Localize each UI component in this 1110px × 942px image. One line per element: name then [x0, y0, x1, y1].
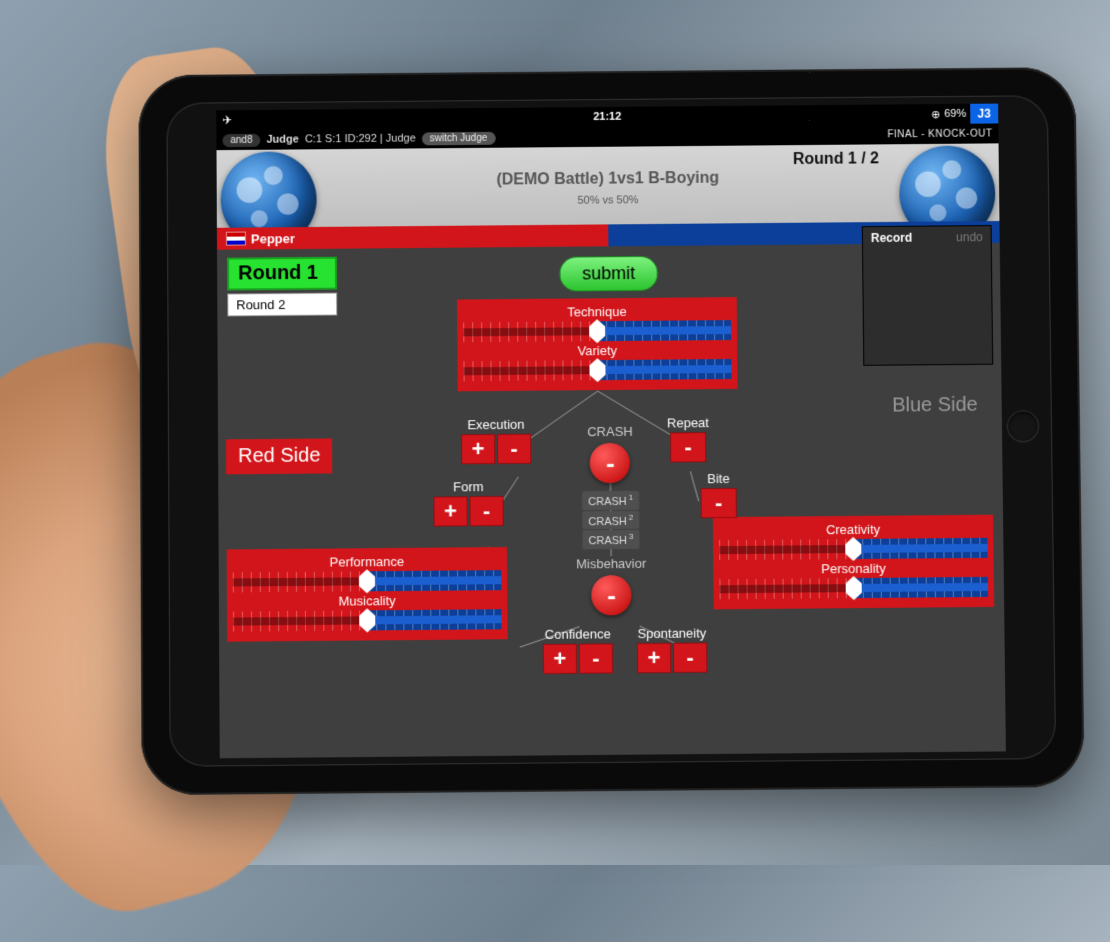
role-label: Judge [267, 134, 299, 146]
context-label: C:1 S:1 ID:292 | Judge [305, 133, 416, 146]
competitor-red-name: Pepper [251, 231, 295, 246]
criteria-technique: Technique [463, 303, 731, 320]
spontaneity-minus[interactable]: - [673, 643, 707, 673]
stage-label: FINAL - KNOCK-OUT [887, 128, 992, 140]
slider-performance-musicality[interactable]: Performance Musicality [227, 547, 508, 642]
tablet-frame: 21:12 ⊕ 69% J3 and8 Judge C:1 S:1 ID:292… [138, 67, 1084, 795]
pm-repeat-label: Repeat [658, 415, 718, 431]
red-side-label: Red Side [226, 438, 333, 474]
misbehavior-section: Misbehavior - [576, 556, 647, 616]
crash-item-3[interactable]: CRASH3 [582, 530, 639, 549]
confidence-minus[interactable]: - [579, 643, 613, 673]
pm-repeat: Repeat - [658, 415, 718, 463]
crash-list: CRASH1 CRASH2 CRASH3 [582, 491, 640, 550]
blue-side-label: Blue Side [880, 388, 990, 424]
misbehavior-label: Misbehavior [576, 556, 646, 572]
pm-form: Form + - [428, 479, 508, 527]
criteria-personality: Personality [719, 560, 987, 577]
slider-variety-row[interactable] [463, 359, 731, 381]
criteria-variety: Variety [463, 342, 731, 359]
slider-musicality-row[interactable] [233, 609, 502, 631]
criteria-musicality: Musicality [233, 592, 501, 609]
bite-minus[interactable]: - [701, 488, 737, 518]
form-minus[interactable]: - [469, 496, 503, 526]
flag-icon [227, 233, 245, 245]
tablet-home-button[interactable] [1007, 410, 1039, 442]
crash-button[interactable]: - [590, 443, 630, 483]
screen: 21:12 ⊕ 69% J3 and8 Judge C:1 S:1 ID:292… [216, 104, 1006, 759]
record-panel: Record undo [862, 225, 993, 366]
undo-button[interactable]: undo [956, 230, 983, 244]
slider-creativity-personality[interactable]: Creativity Personality [713, 515, 994, 610]
pm-spontaneity: Spontaneity + - [632, 625, 713, 673]
confidence-plus[interactable]: + [543, 644, 577, 674]
pm-spontaneity-label: Spontaneity [632, 625, 712, 641]
slider-performance-row[interactable] [233, 570, 501, 592]
execution-minus[interactable]: - [497, 434, 531, 464]
slider-creativity-row[interactable] [719, 538, 987, 560]
score-ratio: 50% vs 50% [217, 191, 1000, 210]
judging-canvas: Round 1 Round 2 submit Record undo Red S… [217, 243, 1006, 758]
crash-item-2[interactable]: CRASH2 [582, 510, 639, 529]
spontaneity-plus[interactable]: + [637, 643, 671, 673]
tab-round-2[interactable]: Round 2 [227, 293, 337, 317]
pm-confidence-label: Confidence [538, 626, 618, 642]
pm-bite-label: Bite [688, 471, 748, 487]
brand-pill: and8 [222, 133, 260, 146]
misbehavior-button[interactable]: - [591, 575, 631, 615]
status-time: 21:12 [593, 111, 621, 123]
crash-section: CRASH - CRASH1 CRASH2 CRASH3 [581, 424, 639, 551]
round-tabs: Round 1 Round 2 [227, 257, 337, 320]
record-title: Record [871, 231, 912, 245]
submit-button[interactable]: submit [559, 256, 658, 292]
round-info: Round 1 / 2 [793, 150, 879, 169]
pm-confidence: Confidence + - [538, 626, 619, 674]
switch-judge-button[interactable]: switch Judge [422, 131, 496, 145]
criteria-performance: Performance [233, 553, 501, 570]
criteria-creativity: Creativity [719, 521, 987, 538]
form-plus[interactable]: + [433, 496, 467, 526]
split-blue [608, 222, 850, 246]
pm-form-label: Form [428, 479, 508, 495]
pm-bite: Bite - [688, 471, 748, 519]
judge-badge: J3 [970, 104, 998, 124]
pm-execution-label: Execution [456, 417, 536, 433]
battle-title: (DEMO Battle) 1vs1 B-Boying [217, 143, 1000, 192]
crash-label: CRASH [581, 424, 638, 439]
repeat-minus[interactable]: - [670, 432, 706, 462]
battery-percent: 69% [944, 108, 966, 120]
airplane-icon [222, 113, 232, 127]
crash-item-1[interactable]: CRASH1 [582, 491, 639, 510]
competitor-red: Pepper [217, 227, 367, 250]
tab-round-1[interactable]: Round 1 [227, 257, 337, 291]
slider-technique-variety[interactable]: Technique Variety [457, 297, 738, 391]
tablet-bezel: 21:12 ⊕ 69% J3 and8 Judge C:1 S:1 ID:292… [166, 95, 1056, 767]
execution-plus[interactable]: + [461, 434, 495, 464]
slider-personality-row[interactable] [719, 577, 988, 599]
split-red [367, 224, 609, 248]
slider-technique-row[interactable] [463, 320, 731, 342]
pm-execution: Execution + - [456, 417, 536, 465]
